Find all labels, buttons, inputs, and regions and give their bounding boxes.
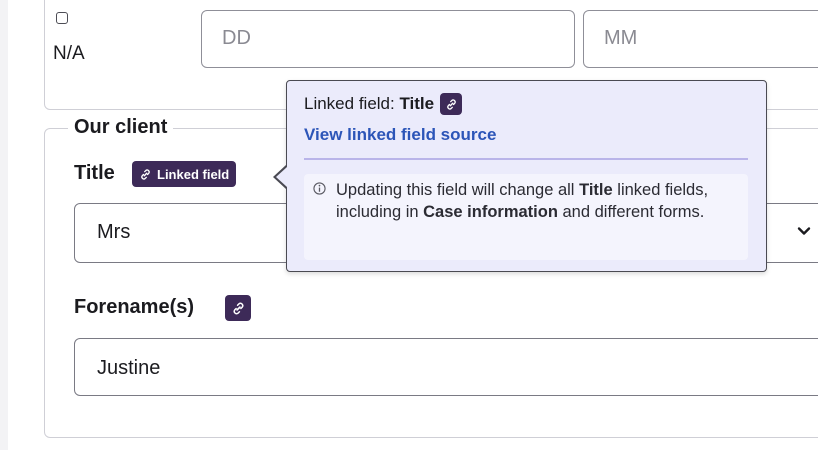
view-linked-field-source-link[interactable]: View linked field source	[304, 125, 496, 145]
link-icon	[440, 93, 463, 115]
day-input[interactable]: DD	[201, 10, 575, 68]
tooltip-message: Updating this field will change all Titl…	[336, 179, 746, 223]
forename-input[interactable]: Justine	[74, 338, 818, 396]
tooltip-divider	[304, 158, 748, 160]
message-part1: Updating this field will change all	[336, 181, 580, 199]
title-label: Title	[74, 162, 115, 184]
forename-linked-button[interactable]	[225, 295, 251, 321]
client-legend: Our client	[68, 116, 174, 139]
info-icon	[313, 182, 326, 195]
message-location: Case information	[423, 203, 558, 221]
forename-label: Forename(s)	[74, 296, 195, 318]
tooltip-arrow-fill	[276, 167, 287, 187]
tooltip-heading-prefix: Linked field:	[304, 94, 400, 113]
month-input[interactable]: MM	[583, 10, 818, 68]
linked-field-badge[interactable]: Linked field	[132, 161, 237, 187]
na-label: N/A	[53, 43, 85, 64]
message-field: Title	[579, 181, 613, 199]
linked-field-badge-label: Linked field	[157, 166, 230, 182]
tooltip-heading: Linked field: Title	[304, 93, 463, 115]
chevron-down-icon[interactable]	[797, 224, 811, 238]
link-icon	[233, 302, 243, 314]
message-part3: and different forms.	[557, 203, 705, 221]
link-icon	[141, 168, 150, 180]
na-checkbox[interactable]	[56, 12, 68, 24]
tooltip-heading-field: Title	[399, 94, 435, 113]
